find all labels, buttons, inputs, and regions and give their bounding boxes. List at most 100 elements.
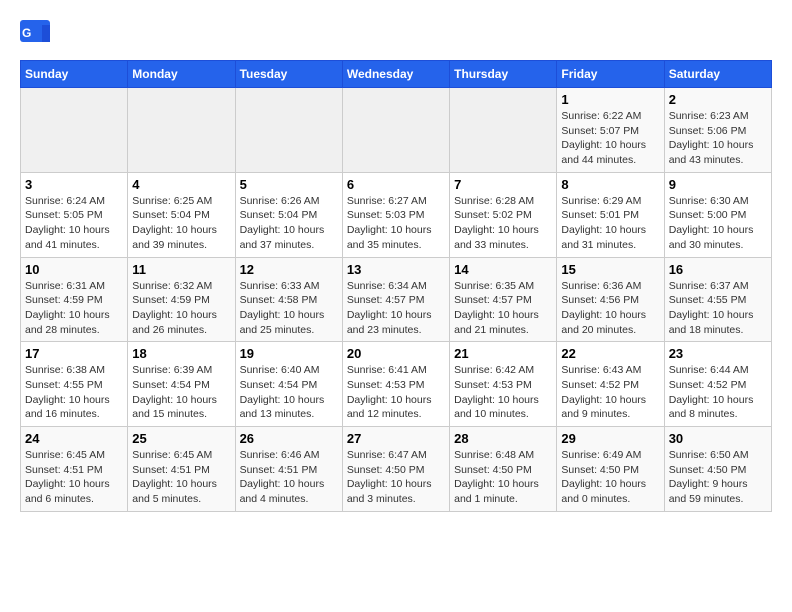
calendar-cell: 30Sunrise: 6:50 AMSunset: 4:50 PMDayligh…: [664, 427, 771, 512]
day-info: Sunrise: 6:45 AMSunset: 4:51 PMDaylight:…: [132, 448, 230, 507]
calendar-cell: 12 Sunrise: 6:33 AMSunset: 4:58 PMDayligh…: [235, 257, 342, 342]
day-number: 25: [132, 431, 230, 446]
day-number: 29: [561, 431, 659, 446]
day-info: Sunrise: 6:48 AMSunset: 4:50 PMDaylight:…: [454, 448, 552, 507]
calendar-cell: [235, 88, 342, 173]
day-info: Sunrise: 6:37 AMSunset: 4:55 PMDaylight:…: [669, 279, 767, 338]
week-row-1: 3 Sunrise: 6:24 AMSunset: 5:05 PMDaylight…: [21, 172, 772, 257]
day-number: 3: [25, 177, 123, 192]
day-info: Sunrise: 6:28 AMSunset: 5:02 PMDaylight:…: [454, 194, 552, 253]
calendar-cell: 9 Sunrise: 6:30 AMSunset: 5:00 PMDaylight…: [664, 172, 771, 257]
day-number: 24: [25, 431, 123, 446]
day-info: Sunrise: 6:39 AMSunset: 4:54 PMDaylight:…: [132, 363, 230, 422]
day-info: Sunrise: 6:24 AMSunset: 5:05 PMDaylight:…: [25, 194, 123, 253]
calendar-cell: 1 Sunrise: 6:22 AMSunset: 5:07 PMDaylight…: [557, 88, 664, 173]
calendar-cell: 13 Sunrise: 6:34 AMSunset: 4:57 PMDayligh…: [342, 257, 449, 342]
day-number: 9: [669, 177, 767, 192]
calendar-cell: [450, 88, 557, 173]
day-info: Sunrise: 6:34 AMSunset: 4:57 PMDaylight:…: [347, 279, 445, 338]
calendar-cell: 11 Sunrise: 6:32 AMSunset: 4:59 PMDayligh…: [128, 257, 235, 342]
calendar-cell: 20 Sunrise: 6:41 AMSunset: 4:53 PMDayligh…: [342, 342, 449, 427]
day-number: 17: [25, 346, 123, 361]
header-day-friday: Friday: [557, 61, 664, 88]
day-number: 15: [561, 262, 659, 277]
day-info: Sunrise: 6:38 AMSunset: 4:55 PMDaylight:…: [25, 363, 123, 422]
calendar-cell: 21 Sunrise: 6:42 AMSunset: 4:53 PMDayligh…: [450, 342, 557, 427]
calendar-cell: 5 Sunrise: 6:26 AMSunset: 5:04 PMDaylight…: [235, 172, 342, 257]
day-number: 4: [132, 177, 230, 192]
day-number: 16: [669, 262, 767, 277]
calendar-cell: [342, 88, 449, 173]
day-number: 8: [561, 177, 659, 192]
day-number: 23: [669, 346, 767, 361]
day-info: Sunrise: 6:30 AMSunset: 5:00 PMDaylight:…: [669, 194, 767, 253]
header-day-wednesday: Wednesday: [342, 61, 449, 88]
day-number: 10: [25, 262, 123, 277]
calendar-cell: 18 Sunrise: 6:39 AMSunset: 4:54 PMDayligh…: [128, 342, 235, 427]
day-info: Sunrise: 6:47 AMSunset: 4:50 PMDaylight:…: [347, 448, 445, 507]
week-row-3: 17 Sunrise: 6:38 AMSunset: 4:55 PMDayligh…: [21, 342, 772, 427]
day-info: Sunrise: 6:25 AMSunset: 5:04 PMDaylight:…: [132, 194, 230, 253]
day-number: 1: [561, 92, 659, 107]
calendar-cell: 8 Sunrise: 6:29 AMSunset: 5:01 PMDaylight…: [557, 172, 664, 257]
day-number: 6: [347, 177, 445, 192]
calendar-cell: 16 Sunrise: 6:37 AMSunset: 4:55 PMDayligh…: [664, 257, 771, 342]
calendar-cell: 28 Sunrise: 6:48 AMSunset: 4:50 PMDayligh…: [450, 427, 557, 512]
day-info: Sunrise: 6:49 AMSunset: 4:50 PMDaylight:…: [561, 448, 659, 507]
header-day-thursday: Thursday: [450, 61, 557, 88]
header: G: [20, 20, 772, 50]
day-number: 21: [454, 346, 552, 361]
day-info: Sunrise: 6:26 AMSunset: 5:04 PMDaylight:…: [240, 194, 338, 253]
header-day-saturday: Saturday: [664, 61, 771, 88]
day-number: 26: [240, 431, 338, 446]
day-info: Sunrise: 6:33 AMSunset: 4:58 PMDaylight:…: [240, 279, 338, 338]
calendar-header-row: SundayMondayTuesdayWednesdayThursdayFrid…: [21, 61, 772, 88]
day-info: Sunrise: 6:29 AMSunset: 5:01 PMDaylight:…: [561, 194, 659, 253]
calendar-cell: 29 Sunrise: 6:49 AMSunset: 4:50 PMDayligh…: [557, 427, 664, 512]
calendar-cell: [128, 88, 235, 173]
calendar-table: SundayMondayTuesdayWednesdayThursdayFrid…: [20, 60, 772, 512]
day-number: 22: [561, 346, 659, 361]
day-info: Sunrise: 6:31 AMSunset: 4:59 PMDaylight:…: [25, 279, 123, 338]
week-row-2: 10 Sunrise: 6:31 AMSunset: 4:59 PMDayligh…: [21, 257, 772, 342]
week-row-0: 1 Sunrise: 6:22 AMSunset: 5:07 PMDaylight…: [21, 88, 772, 173]
calendar-cell: 10 Sunrise: 6:31 AMSunset: 4:59 PMDayligh…: [21, 257, 128, 342]
calendar-cell: 15Sunrise: 6:36 AMSunset: 4:56 PMDayligh…: [557, 257, 664, 342]
day-number: 28: [454, 431, 552, 446]
day-info: Sunrise: 6:23 AMSunset: 5:06 PMDaylight:…: [669, 109, 767, 168]
day-number: 27: [347, 431, 445, 446]
calendar-cell: 17 Sunrise: 6:38 AMSunset: 4:55 PMDayligh…: [21, 342, 128, 427]
day-info: Sunrise: 6:45 AMSunset: 4:51 PMDaylight:…: [25, 448, 123, 507]
day-info: Sunrise: 6:42 AMSunset: 4:53 PMDaylight:…: [454, 363, 552, 422]
calendar-cell: 22 Sunrise: 6:43 AMSunset: 4:52 PMDayligh…: [557, 342, 664, 427]
day-number: 7: [454, 177, 552, 192]
calendar-cell: 24 Sunrise: 6:45 AMSunset: 4:51 PMDayligh…: [21, 427, 128, 512]
logo: G: [20, 20, 54, 50]
calendar-cell: 6 Sunrise: 6:27 AMSunset: 5:03 PMDaylight…: [342, 172, 449, 257]
svg-text:G: G: [22, 26, 31, 40]
calendar-cell: 4 Sunrise: 6:25 AMSunset: 5:04 PMDaylight…: [128, 172, 235, 257]
header-day-tuesday: Tuesday: [235, 61, 342, 88]
day-info: Sunrise: 6:41 AMSunset: 4:53 PMDaylight:…: [347, 363, 445, 422]
day-info: Sunrise: 6:27 AMSunset: 5:03 PMDaylight:…: [347, 194, 445, 253]
day-number: 20: [347, 346, 445, 361]
day-info: Sunrise: 6:46 AMSunset: 4:51 PMDaylight:…: [240, 448, 338, 507]
day-number: 18: [132, 346, 230, 361]
day-info: Sunrise: 6:35 AMSunset: 4:57 PMDaylight:…: [454, 279, 552, 338]
day-info: Sunrise: 6:43 AMSunset: 4:52 PMDaylight:…: [561, 363, 659, 422]
calendar-cell: 19Sunrise: 6:40 AMSunset: 4:54 PMDayligh…: [235, 342, 342, 427]
day-number: 2: [669, 92, 767, 107]
day-info: Sunrise: 6:32 AMSunset: 4:59 PMDaylight:…: [132, 279, 230, 338]
week-row-4: 24 Sunrise: 6:45 AMSunset: 4:51 PMDayligh…: [21, 427, 772, 512]
calendar-cell: 23Sunrise: 6:44 AMSunset: 4:52 PMDayligh…: [664, 342, 771, 427]
calendar-cell: 14Sunrise: 6:35 AMSunset: 4:57 PMDayligh…: [450, 257, 557, 342]
day-number: 5: [240, 177, 338, 192]
day-number: 19: [240, 346, 338, 361]
day-number: 12: [240, 262, 338, 277]
calendar-cell: [21, 88, 128, 173]
day-number: 13: [347, 262, 445, 277]
calendar-cell: 25 Sunrise: 6:45 AMSunset: 4:51 PMDayligh…: [128, 427, 235, 512]
header-day-sunday: Sunday: [21, 61, 128, 88]
day-number: 11: [132, 262, 230, 277]
day-info: Sunrise: 6:22 AMSunset: 5:07 PMDaylight:…: [561, 109, 659, 168]
